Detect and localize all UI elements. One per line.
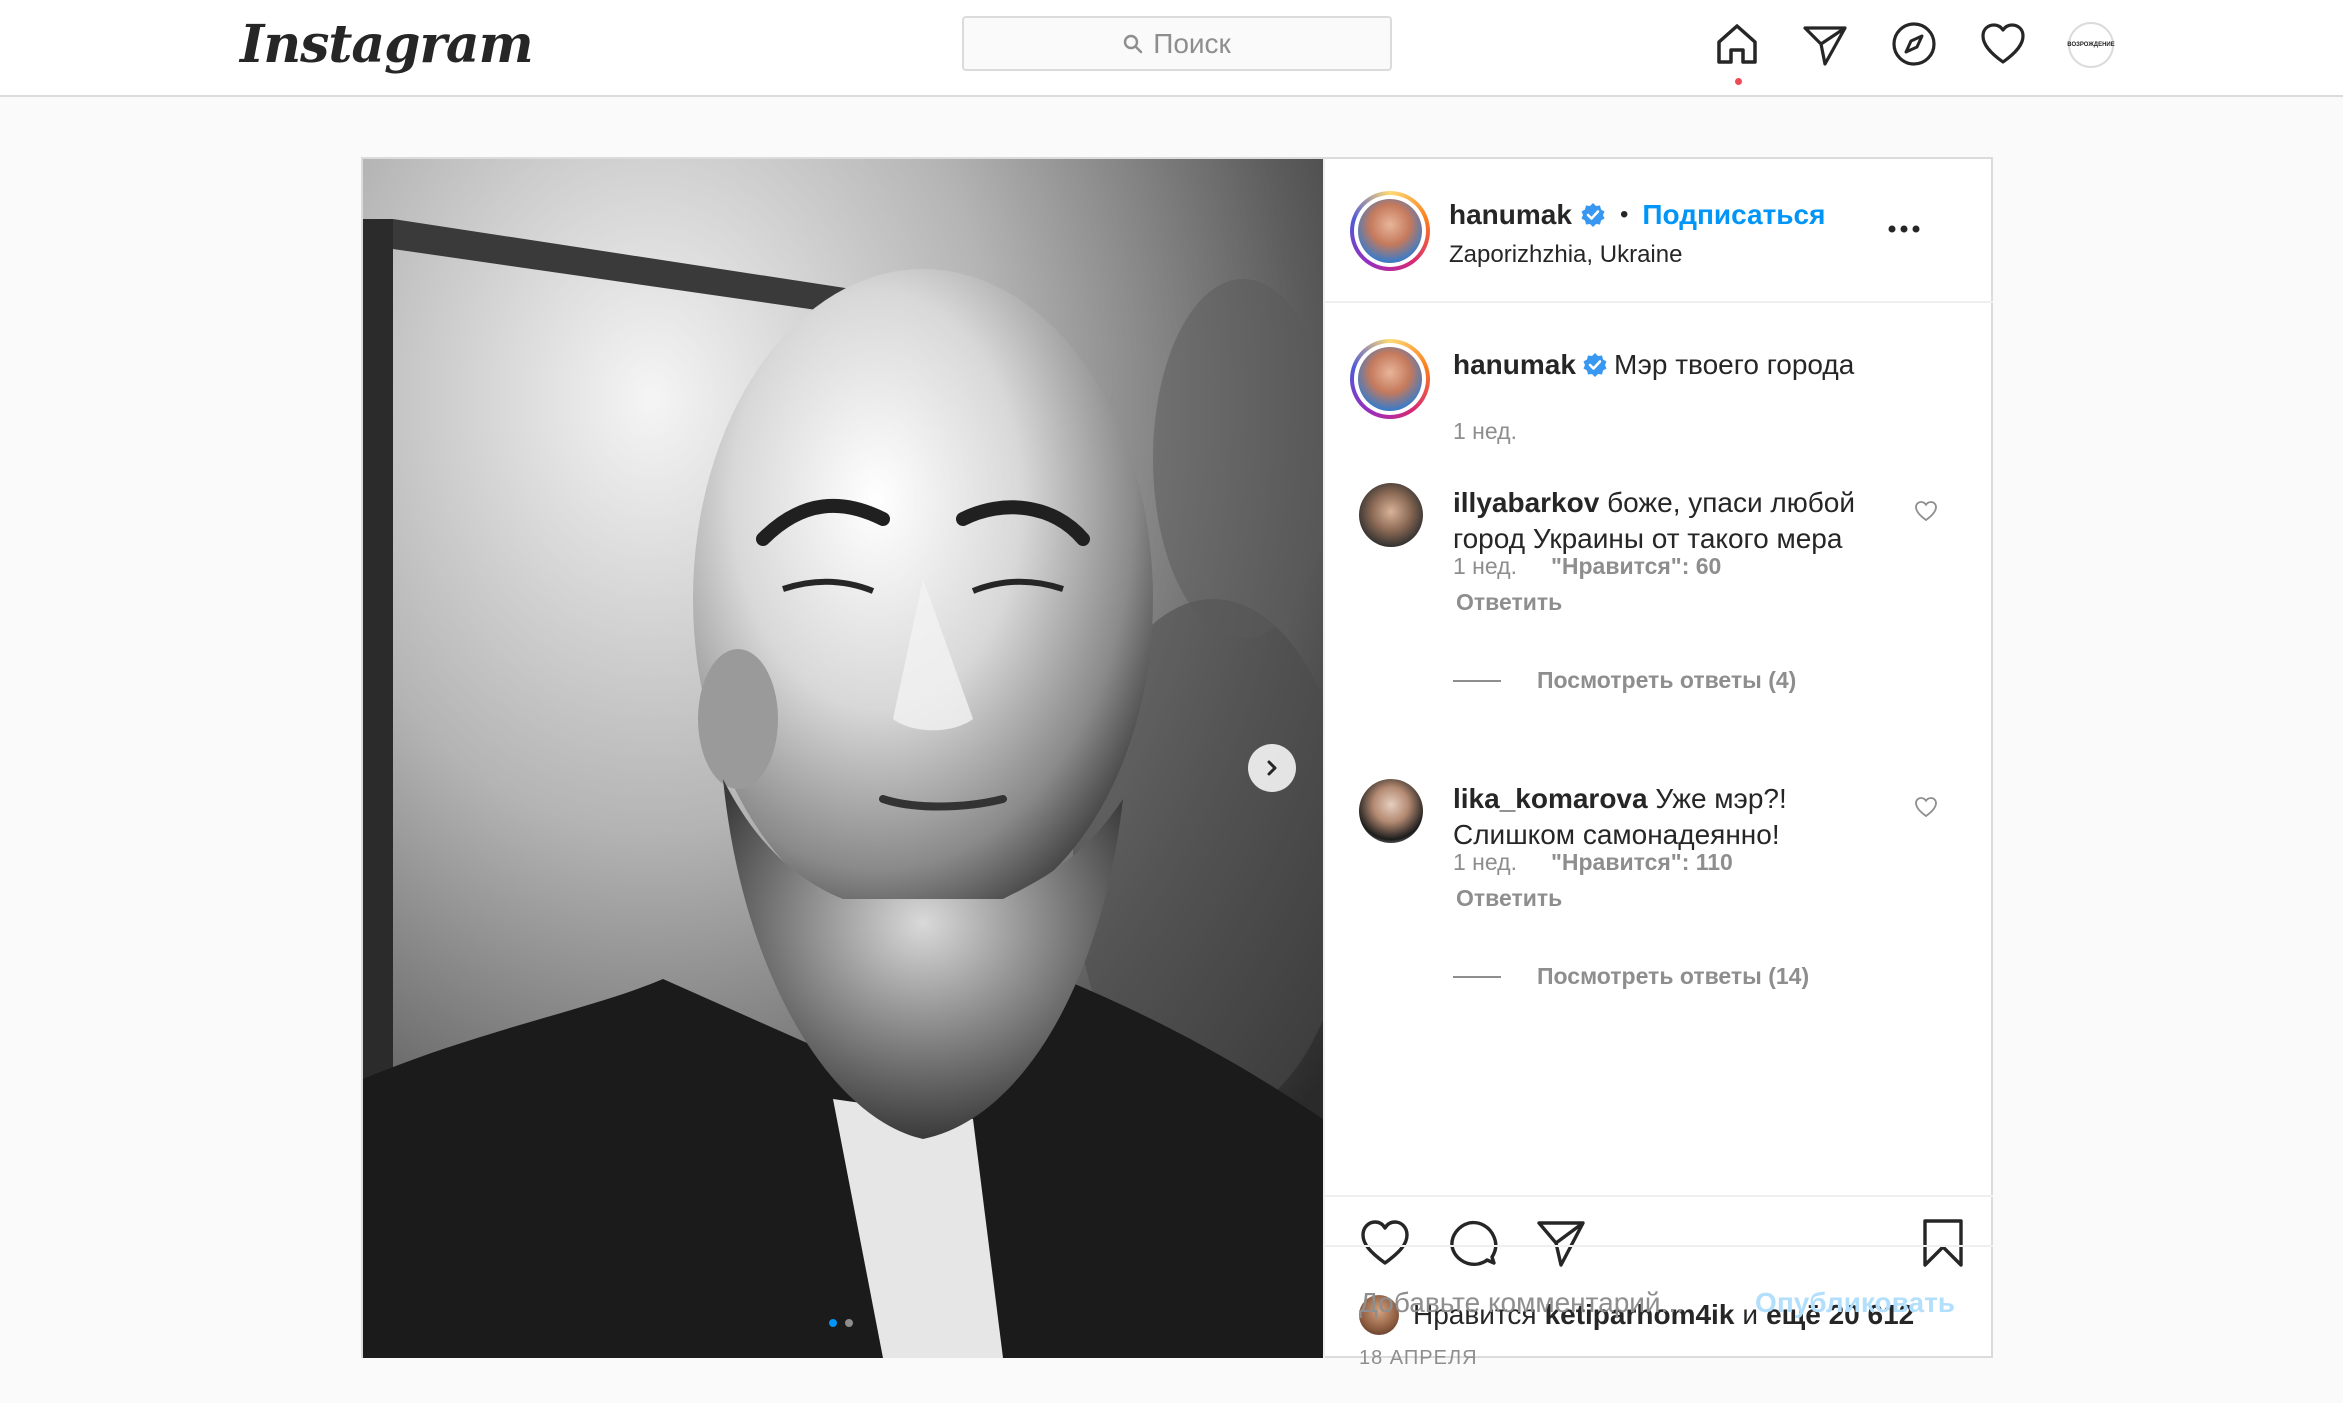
activity-heart-icon[interactable] [1979, 20, 2027, 68]
verified-badge-icon [1583, 353, 1607, 377]
caption-text: Мэр твоего города [1613, 349, 1855, 380]
notification-dot [1735, 78, 1742, 85]
comment-body-line2: Слишком самонадеянно! [1453, 819, 1780, 850]
verified-badge-icon [1581, 203, 1605, 227]
comment-body-line1: Уже мэр?! [1655, 783, 1787, 814]
caption-author-avatar[interactable] [1350, 339, 1430, 419]
search-placeholder: Поиск [1153, 27, 1231, 59]
like-comment-heart-icon[interactable] [1914, 795, 1938, 819]
caption-username[interactable]: hanumak [1453, 347, 1576, 383]
next-photo-button[interactable] [1248, 744, 1296, 792]
view-replies-line [1453, 975, 1501, 978]
comment-time[interactable]: 1 нед. [1453, 553, 1517, 580]
carousel-dot [829, 1319, 837, 1327]
comment-likes[interactable]: "Нравится": 110 [1551, 849, 1733, 876]
search-icon [1124, 34, 1143, 53]
explore-icon[interactable] [1890, 20, 1938, 68]
profile-avatar[interactable]: ВОЗРОЖДЕНИЕ [2067, 22, 2115, 68]
comments-list[interactable]: hanumak Мэр твоего города 1 нед. illyaba… [1325, 303, 1993, 1193]
view-replies-button[interactable]: Посмотреть ответы (14) [1453, 963, 1809, 990]
comment-text: lika_komarova Уже мэр?! Слишком самонаде… [1453, 781, 1903, 853]
comment-input[interactable]: Добавьте комментарий... [1359, 1287, 1684, 1319]
author-username[interactable]: hanumak [1449, 199, 1572, 231]
search-box[interactable]: Поиск [962, 16, 1392, 71]
home-icon[interactable] [1713, 20, 1761, 68]
top-navigation-bar: Instagram Поиск ВОЗРОЖДЕНИЕ [0, 0, 2343, 97]
post-location[interactable]: Zaporizhzhia, Ukraine [1449, 241, 1682, 269]
comment-body-line1: боже, упаси любой [1607, 487, 1855, 518]
reply-button[interactable]: Ответить [1456, 885, 1562, 912]
post-card: hanumak • Подписаться Zaporizhzhia, Ukra… [361, 157, 1993, 1369]
direct-icon[interactable] [1801, 20, 1849, 68]
view-replies-line [1453, 679, 1501, 682]
comment-username[interactable]: lika_komarova [1453, 783, 1648, 814]
profile-avatar-text: ВОЗРОЖДЕНИЕ [2067, 42, 2115, 48]
instagram-logo[interactable]: Instagram [240, 14, 534, 75]
comment-username[interactable]: illyabarkov [1453, 487, 1599, 518]
post-header: hanumak • Подписаться Zaporizhzhia, Ukra… [1325, 159, 1993, 303]
view-replies-label: Посмотреть ответы (4) [1537, 667, 1797, 693]
chevron-right-icon [1267, 760, 1277, 776]
add-comment-box: Добавьте комментарий... Опубликовать [1325, 1245, 1993, 1358]
post-photo[interactable] [363, 159, 1323, 1358]
commenter-avatar[interactable] [1359, 483, 1423, 547]
view-replies-label: Посмотреть ответы (14) [1537, 963, 1810, 989]
reply-button[interactable]: Ответить [1456, 589, 1562, 616]
carousel-dot [845, 1319, 853, 1327]
commenter-avatar[interactable] [1359, 779, 1423, 843]
caption: hanumak Мэр твоего города [1453, 347, 1854, 383]
portrait-illustration [363, 159, 1323, 1358]
like-comment-heart-icon[interactable] [1914, 499, 1938, 523]
comment-time[interactable]: 1 нед. [1453, 849, 1517, 876]
author-avatar[interactable] [1350, 191, 1430, 271]
comment-body-line2: город Украины от такого мера [1453, 523, 1843, 554]
comment-meta: 1 нед. "Нравится": 110 [1453, 849, 1733, 876]
comment-meta: 1 нед. "Нравится": 60 [1453, 553, 1721, 580]
follow-button[interactable]: Подписаться [1642, 199, 1825, 231]
carousel-indicator [829, 1319, 853, 1327]
view-replies-button[interactable]: Посмотреть ответы (4) [1453, 667, 1796, 694]
post-sidebar: hanumak • Подписаться Zaporizhzhia, Ukra… [1323, 159, 1993, 1369]
comment-likes[interactable]: "Нравится": 60 [1551, 553, 1721, 580]
caption-time[interactable]: 1 нед. [1453, 418, 1517, 445]
header-separator: • [1619, 201, 1629, 228]
more-options-icon[interactable] [1887, 223, 1921, 235]
comment-text: illyabarkov боже, упаси любой город Укра… [1453, 485, 1903, 557]
publish-button[interactable]: Опубликовать [1755, 1287, 1955, 1319]
